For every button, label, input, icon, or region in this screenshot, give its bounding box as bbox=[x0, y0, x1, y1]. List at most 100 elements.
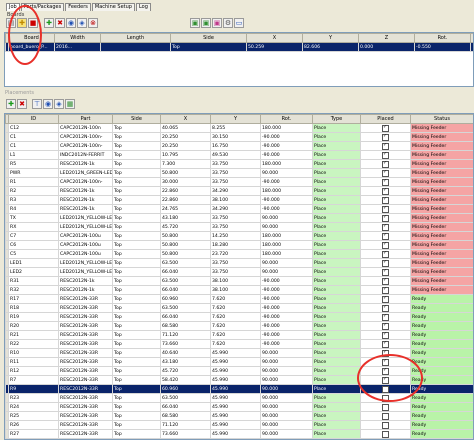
table-row[interactable]: R2 RESC2012N-1k Top 22.860 34.290 180.000 Plac… bbox=[5, 186, 473, 196]
remove-icon[interactable]: ■ bbox=[28, 18, 38, 28]
table-row[interactable]: R12 RESC2012N-33R Top 45.720 45.990 90.000 Pla… bbox=[5, 366, 473, 376]
table-row[interactable]: R7 RESC2012N-33R Top 58.420 45.990 90.000 Plac… bbox=[5, 375, 473, 385]
monitor-icon[interactable]: ▭ bbox=[234, 18, 244, 28]
placed-checkbox[interactable] bbox=[382, 205, 389, 213]
placed-checkbox[interactable] bbox=[382, 268, 389, 276]
placed-checkbox[interactable] bbox=[382, 259, 389, 267]
table-row[interactable]: R31 RESC2012N-1k Top 63.500 38.100 -90.000 Pla… bbox=[5, 276, 473, 286]
column-header-board[interactable]: Board bbox=[8, 33, 55, 43]
table-row[interactable]: R24 RESC2012N-33R Top 66.040 45.990 90.000 Pla… bbox=[5, 402, 473, 412]
placed-checkbox[interactable] bbox=[382, 160, 389, 168]
column-header-length[interactable]: Length bbox=[100, 33, 171, 43]
table-row[interactable]: R1 CAPC2012N-100n- Top 30.000 33.750 -90.000 P… bbox=[5, 177, 473, 187]
tab-feeders[interactable]: Feeders bbox=[65, 3, 91, 11]
gear-icon[interactable]: ⚙ bbox=[223, 18, 233, 28]
table-row[interactable]: TX LED2012N_YELLOW-LE Top 43.180 33.750 90.00… bbox=[5, 213, 473, 223]
table-row[interactable]: R4 RESC2012N-1k Top 24.765 34.290 -90.000 Plac… bbox=[5, 204, 473, 214]
column-header-type[interactable]: Type bbox=[312, 114, 361, 124]
align-icon[interactable]: ⊤ bbox=[32, 99, 42, 109]
table-row[interactable]: R26 RESC2012N-33R Top 71.120 45.990 90.000 Pla… bbox=[5, 420, 473, 430]
placed-checkbox[interactable] bbox=[382, 376, 389, 384]
table-row[interactable]: LED2 LED2012N_YELLOW-LE Top 66.040 33.750 90.… bbox=[5, 267, 473, 277]
placed-checkbox[interactable] bbox=[382, 331, 389, 339]
pink-square-icon[interactable]: ▣ bbox=[212, 18, 222, 28]
table-row[interactable]: R21 RESC2012N-33R Top 71.120 7.620 -90.000 Pla… bbox=[5, 330, 473, 340]
column-header-placed[interactable]: Placed bbox=[360, 114, 411, 124]
table-row[interactable]: R18 RESC2012N-33R Top 63.500 7.620 -90.000 Pla… bbox=[5, 303, 473, 313]
placed-checkbox[interactable] bbox=[382, 286, 389, 294]
table-row[interactable]: R23 RESC2012N-33R Top 63.500 45.990 90.000 Pla… bbox=[5, 393, 473, 403]
table-row[interactable]: R22 RESC2012N-33R Top 73.660 7.620 -90.000 Pla… bbox=[5, 339, 473, 349]
placed-checkbox[interactable] bbox=[382, 277, 389, 285]
camera-icon[interactable]: ◉ bbox=[43, 99, 53, 109]
placed-checkbox[interactable] bbox=[382, 430, 389, 438]
table-row[interactable]: C1 CAPC2012N-100n- Top 20.250 30.150 -90.000 P… bbox=[5, 132, 473, 142]
placed-checkbox[interactable] bbox=[382, 232, 389, 240]
table-row[interactable]: R27 RESC2012N-33R Top 73.660 45.990 90.000 Pla… bbox=[5, 429, 473, 439]
placed-checkbox[interactable] bbox=[382, 223, 389, 231]
feeder-icon[interactable]: ▦ bbox=[65, 99, 75, 109]
placed-checkbox[interactable] bbox=[382, 241, 389, 249]
column-header-width[interactable]: Width bbox=[54, 33, 101, 43]
add-board-icon[interactable]: ✚ bbox=[17, 18, 27, 28]
table-row[interactable]: R5 RESC2012N-1k Top 7.300 33.750 180.000 Place… bbox=[5, 159, 473, 169]
placed-checkbox[interactable] bbox=[382, 169, 389, 177]
placed-checkbox[interactable] bbox=[382, 313, 389, 321]
table-row[interactable]: R19 RESC2012N-33R Top 66.040 7.620 -90.000 Pla… bbox=[5, 312, 473, 322]
table-row[interactable]: LED1 LED2012N_YELLOW-LE Top 63.500 33.750 90.… bbox=[5, 258, 473, 268]
table-row[interactable]: C7 CAPC2012N-100u Top 50.800 14.250 180.000 Pl… bbox=[5, 231, 473, 241]
table-row[interactable]: C6 CAPC2012N-100u Top 50.800 18.280 180.000 Pl… bbox=[5, 240, 473, 250]
column-header-z[interactable]: Z bbox=[358, 33, 415, 43]
table-row[interactable]: R25 RESC2012N-33R Top 68.580 45.990 90.000 Pla… bbox=[5, 411, 473, 421]
column-header-y[interactable]: Y bbox=[302, 33, 359, 43]
table-row[interactable]: R3 RESC2012N-1k Top 22.860 38.100 -90.000 Plac… bbox=[5, 195, 473, 205]
board-icon[interactable]: ▤ bbox=[6, 18, 16, 28]
table-row[interactable]: C12 CAPC2012N-100n Top 40.065 8.255 180.000 Pl… bbox=[5, 123, 473, 133]
green-square-icon[interactable]: ▣ bbox=[201, 18, 211, 28]
column-header-x[interactable]: X bbox=[246, 33, 303, 43]
green-square-icon[interactable]: ▣ bbox=[190, 18, 200, 28]
tab-job[interactable]: Job bbox=[6, 3, 20, 11]
table-row[interactable]: board_buero_P... 2016... Top 50.259 82.606 0.… bbox=[5, 42, 473, 52]
placed-checkbox[interactable] bbox=[382, 124, 389, 132]
column-header-status[interactable]: Status bbox=[410, 114, 473, 124]
placed-checkbox[interactable] bbox=[382, 151, 389, 159]
remove-icon[interactable]: ✖ bbox=[55, 18, 65, 28]
table-row[interactable]: R11 RESC2012N-33R Top 43.180 45.990 90.000 Pla… bbox=[5, 357, 473, 367]
column-header-side[interactable]: Side bbox=[112, 114, 161, 124]
column-header-rot-[interactable]: Rot. bbox=[260, 114, 313, 124]
column-header-rot-[interactable]: Rot. bbox=[414, 33, 471, 43]
column-header-side[interactable]: Side bbox=[170, 33, 247, 43]
camera-icon[interactable]: ◈ bbox=[54, 99, 64, 109]
placed-checkbox[interactable] bbox=[382, 394, 389, 402]
placed-checkbox[interactable] bbox=[382, 133, 389, 141]
placed-checkbox[interactable] bbox=[382, 250, 389, 258]
placed-checkbox[interactable] bbox=[382, 367, 389, 375]
table-row[interactable]: L1 INDC2012N-FERRIT Top 10.795 49.530 -90.000… bbox=[5, 150, 473, 160]
placed-checkbox[interactable] bbox=[382, 412, 389, 420]
table-row[interactable]: RX LED2012N_YELLOW-LE Top 45.720 33.750 90.00… bbox=[5, 222, 473, 232]
placed-checkbox[interactable] bbox=[382, 385, 389, 393]
table-row[interactable]: R32 RESC2012N-1k Top 66.040 38.100 -90.000 Pla… bbox=[5, 285, 473, 295]
placed-checkbox[interactable] bbox=[382, 340, 389, 348]
placed-checkbox[interactable] bbox=[382, 214, 389, 222]
camera-icon[interactable]: ◈ bbox=[77, 18, 87, 28]
table-row[interactable]: R17 RESC2012N-33R Top 60.960 7.620 -90.000 Pla… bbox=[5, 294, 473, 304]
placed-checkbox[interactable] bbox=[382, 187, 389, 195]
placed-checkbox[interactable] bbox=[382, 358, 389, 366]
table-row[interactable]: C5 CAPC2012N-100u Top 50.800 23.720 180.000 Pl… bbox=[5, 249, 473, 259]
tab-machine-setup[interactable]: Machine Setup bbox=[91, 3, 135, 11]
column-header-y[interactable]: Y bbox=[210, 114, 261, 124]
tab-log[interactable]: Log bbox=[135, 3, 151, 11]
table-row[interactable]: R10 RESC2012N-33R Top 40.640 45.990 90.000 Pla… bbox=[5, 348, 473, 358]
placed-checkbox[interactable] bbox=[382, 295, 389, 303]
table-row[interactable]: R20 RESC2012N-33R Top 68.580 7.620 -90.000 Pla… bbox=[5, 321, 473, 331]
placed-checkbox[interactable] bbox=[382, 142, 389, 150]
placed-checkbox[interactable] bbox=[382, 196, 389, 204]
remove-icon[interactable]: ✖ bbox=[17, 99, 27, 109]
camera-icon[interactable]: ◉ bbox=[66, 18, 76, 28]
column-header-id[interactable]: ID bbox=[8, 114, 59, 124]
tab-parts-packages[interactable]: Parts/Packages bbox=[20, 3, 65, 11]
placed-checkbox[interactable] bbox=[382, 421, 389, 429]
table-row[interactable]: C1 CAPC2012N-100n- Top 20.250 16.750 -90.000 P… bbox=[5, 141, 473, 151]
